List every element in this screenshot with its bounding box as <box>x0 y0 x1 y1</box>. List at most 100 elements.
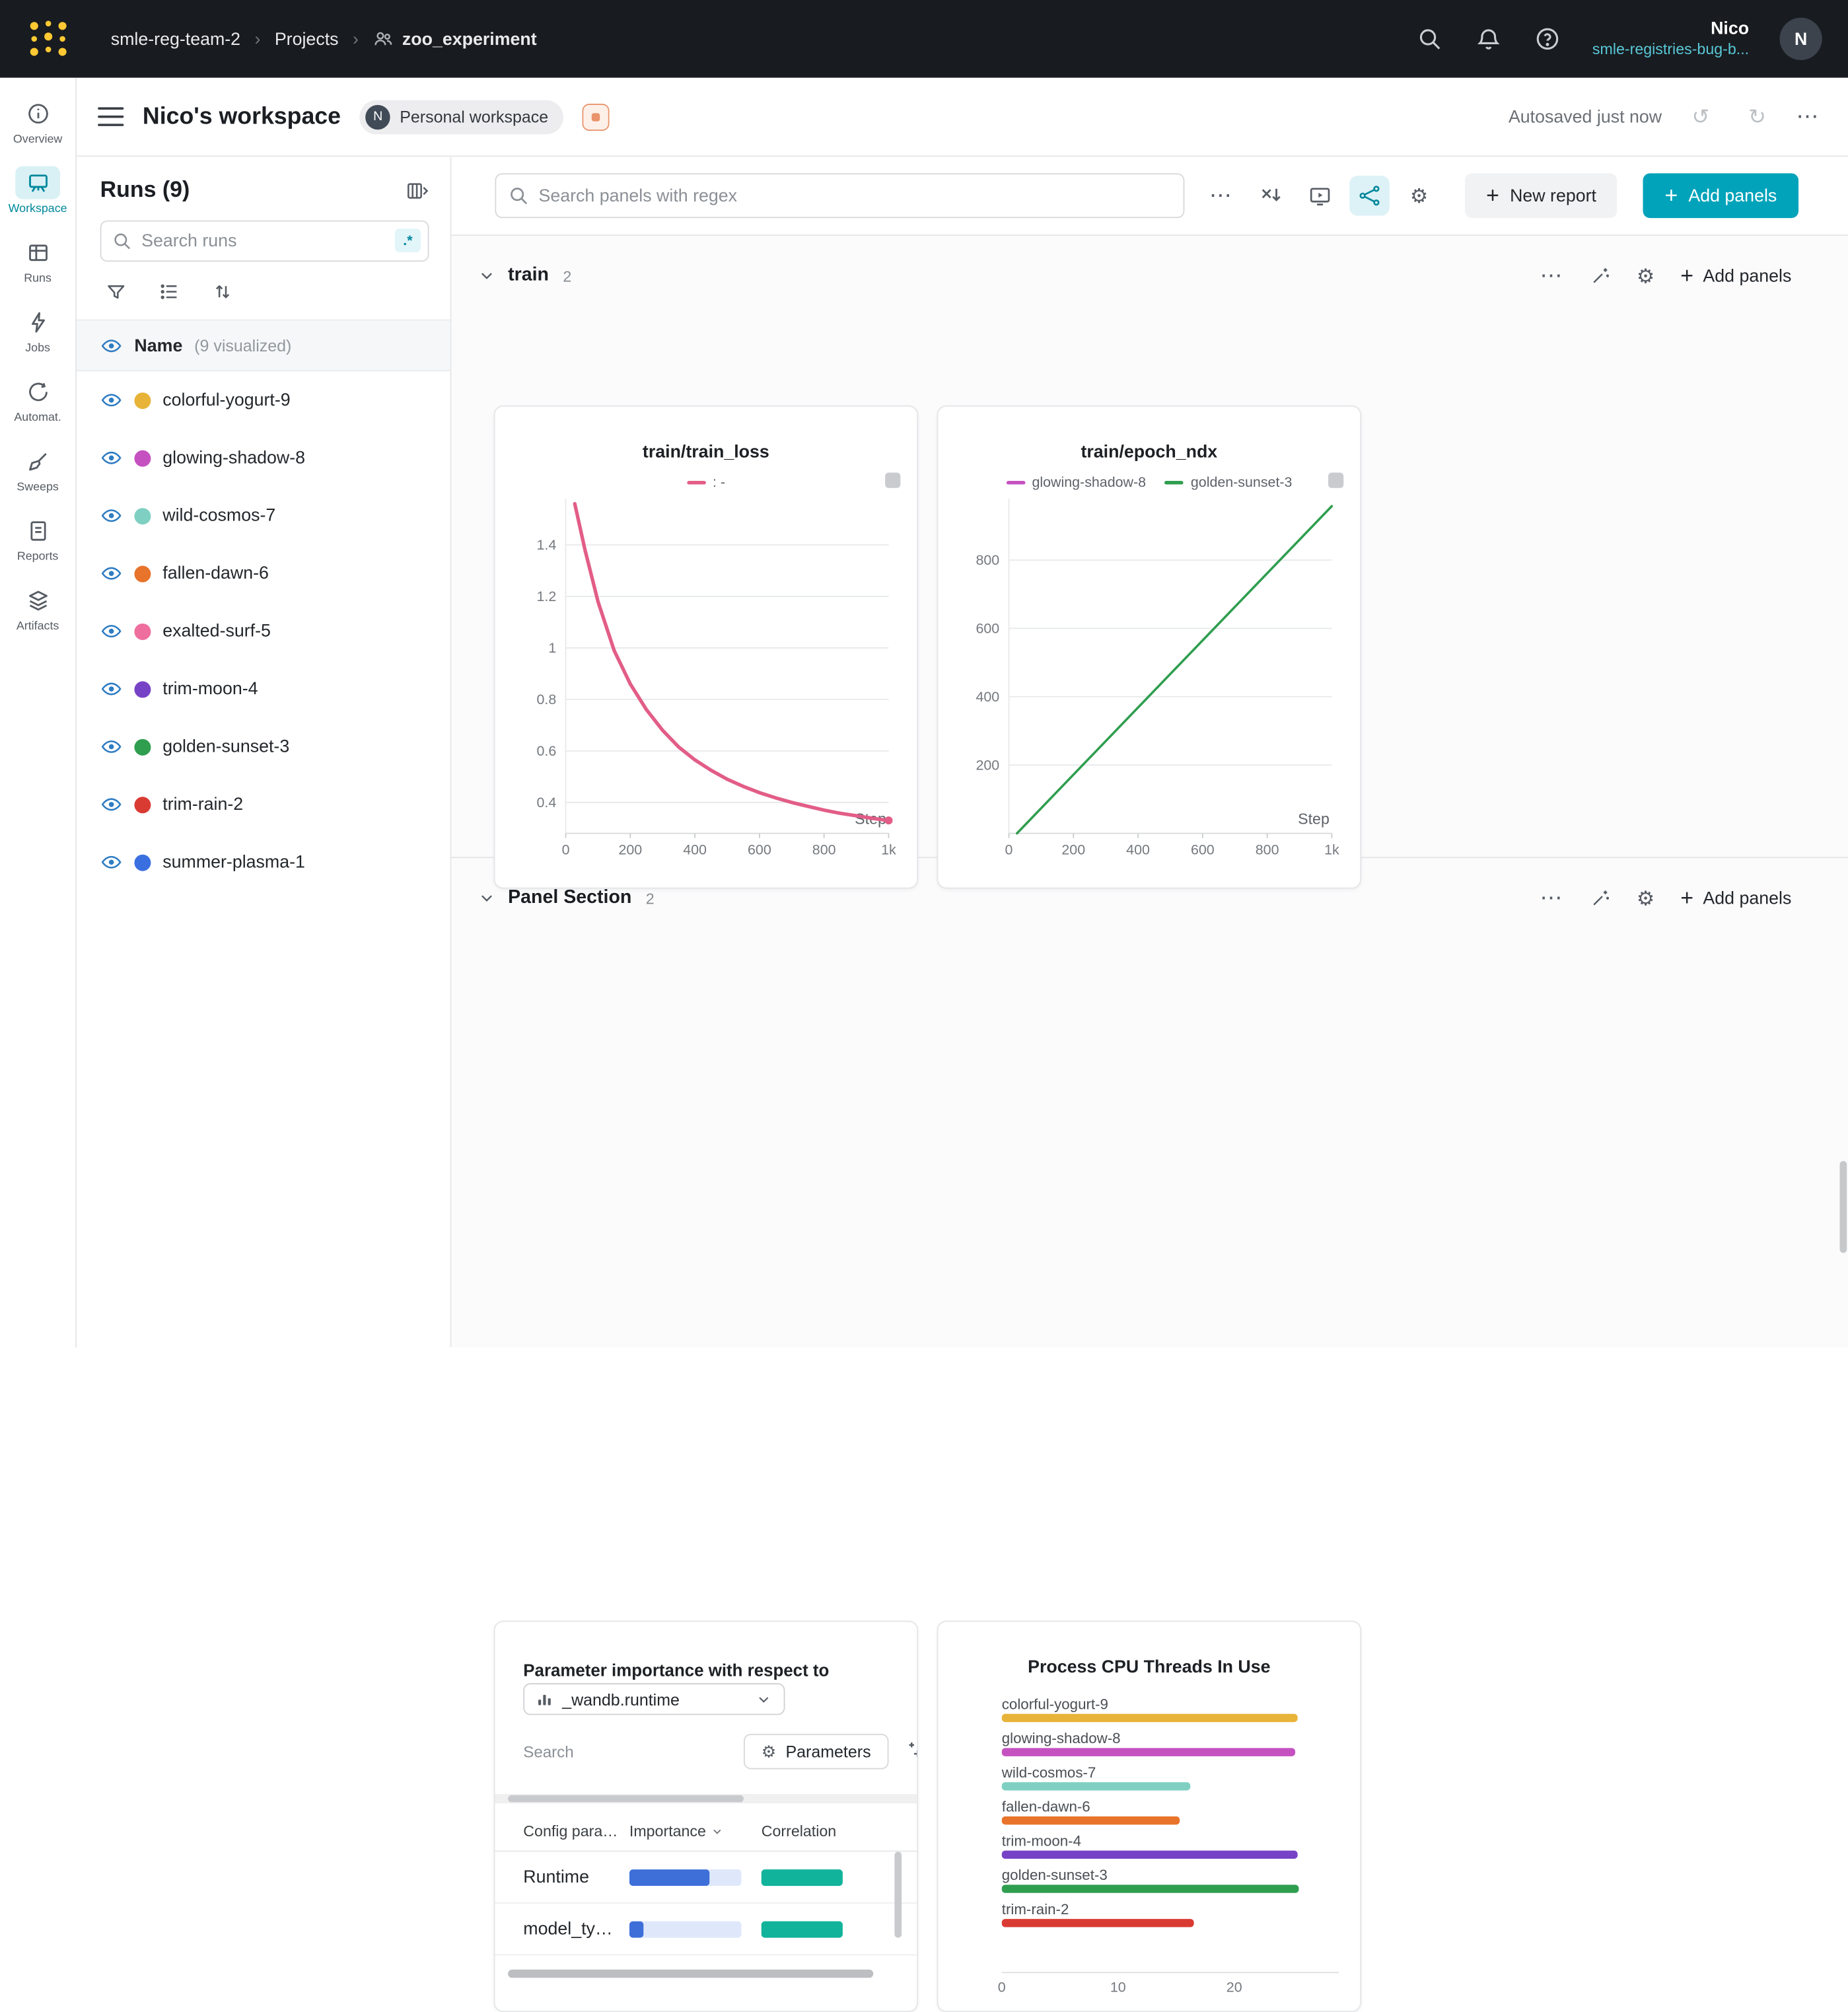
page-scrollbar[interactable] <box>1840 1161 1847 1253</box>
sidebar-item-runs[interactable]: Runs <box>3 236 73 285</box>
section-add-panels-button[interactable]: + Add panels <box>1680 265 1791 287</box>
bar[interactable] <box>1002 1816 1180 1824</box>
bar[interactable] <box>1002 1919 1193 1927</box>
run-row[interactable]: wild-cosmos-7 <box>77 487 450 544</box>
eye-icon[interactable] <box>100 334 123 357</box>
panel-parameter-importance[interactable]: Parameter importance with respect to _wa… <box>494 1621 918 2012</box>
regex-toggle[interactable]: .* <box>395 229 421 252</box>
panel-epoch-ndx[interactable]: train/epoch_ndx glowing-shadow-8golden-s… <box>937 406 1361 889</box>
panel-options-icon[interactable] <box>1328 473 1343 488</box>
bar[interactable] <box>1002 1885 1298 1892</box>
help-icon[interactable] <box>1534 24 1562 53</box>
panel-search-input[interactable] <box>495 173 1184 218</box>
export-data-icon[interactable] <box>1250 176 1291 216</box>
add-panels-button[interactable]: + Add panels <box>1643 173 1798 218</box>
eye-icon[interactable] <box>100 678 123 700</box>
sidebar-item-jobs[interactable]: Jobs <box>3 305 73 355</box>
group-list-icon[interactable] <box>158 281 180 303</box>
wandb-logo[interactable] <box>26 17 71 61</box>
bar[interactable] <box>1002 1748 1295 1756</box>
eye-icon[interactable] <box>100 562 123 585</box>
runs-search-input[interactable] <box>100 221 429 262</box>
train-loss-plot[interactable]: 0.40.60.811.21.402004006008001kStep <box>507 487 907 888</box>
run-row[interactable]: summer-plasma-1 <box>77 834 450 891</box>
sidebar-item-reports[interactable]: Reports <box>3 514 73 563</box>
eye-icon[interactable] <box>100 389 123 412</box>
magic-sparkle-icon[interactable] <box>903 1739 918 1768</box>
section-panel-section: Panel Section 2 ⋯ ⚙ + Add panels Paramet… <box>451 858 1848 1347</box>
run-row[interactable]: exalted-surf-5 <box>77 602 450 660</box>
vertical-scrollbar[interactable] <box>894 1851 902 1937</box>
section-title[interactable]: train <box>508 265 549 286</box>
sidebar-item-automations[interactable]: Automat. <box>3 375 73 424</box>
eye-icon[interactable] <box>100 620 123 643</box>
panel-options-icon[interactable] <box>885 473 900 488</box>
horizontal-scrollbar[interactable] <box>495 1794 917 1803</box>
section-title[interactable]: Panel Section <box>508 888 631 909</box>
eye-icon[interactable] <box>100 505 123 527</box>
assistant-icon[interactable] <box>583 103 610 130</box>
overflow-menu-icon[interactable]: ⋯ <box>1540 262 1564 289</box>
sidebar-item-overview[interactable]: Overview <box>3 96 73 146</box>
column-correlation[interactable]: Correlation <box>762 1822 879 1840</box>
expand-runs-table-icon[interactable] <box>406 179 429 203</box>
sort-icon[interactable] <box>211 281 233 303</box>
new-report-button[interactable]: + New report <box>1465 173 1617 218</box>
settings-gear-icon[interactable]: ⚙ <box>1637 266 1654 285</box>
run-row[interactable]: glowing-shadow-8 <box>77 429 450 487</box>
parameters-button[interactable]: ⚙ Parameters <box>744 1734 888 1770</box>
slideshow-icon[interactable] <box>1300 176 1340 216</box>
overflow-menu-icon[interactable]: ⋯ <box>1796 103 1820 130</box>
filter-icon[interactable] <box>105 281 127 303</box>
panel-train-loss[interactable]: train/train_loss : - 0.40.60.811.21.4020… <box>494 406 918 889</box>
horizontal-scrollbar[interactable] <box>508 1970 873 1978</box>
breadcrumb-project[interactable]: zoo_experiment <box>373 28 536 50</box>
redo-icon[interactable]: ↻ <box>1740 99 1775 135</box>
bar[interactable] <box>1002 1714 1297 1722</box>
sidebar-item-artifacts[interactable]: Artifacts <box>3 583 73 633</box>
sidebar-item-workspace[interactable]: Workspace <box>3 166 73 216</box>
undo-icon[interactable]: ↺ <box>1683 99 1719 135</box>
bar[interactable] <box>1002 1782 1190 1790</box>
breadcrumb-team[interactable]: smle-reg-team-2 <box>111 29 240 49</box>
avatar[interactable]: N <box>1780 18 1822 60</box>
sparkle-wand-icon[interactable] <box>1589 888 1610 909</box>
bar[interactable] <box>1002 1851 1297 1859</box>
param-table-row[interactable]: Runtime <box>495 1851 917 1904</box>
target-metric-dropdown[interactable]: _wandb.runtime <box>523 1683 785 1715</box>
notifications-bell-icon[interactable] <box>1474 24 1503 53</box>
search-icon[interactable] <box>1415 24 1444 53</box>
menu-icon[interactable] <box>98 107 124 126</box>
param-table-row[interactable]: model_ty… <box>495 1904 917 1956</box>
sparkle-wand-icon[interactable] <box>1589 265 1610 286</box>
layers-icon <box>15 583 60 616</box>
column-config-param[interactable]: Config para… <box>495 1822 629 1840</box>
run-row[interactable]: trim-rain-2 <box>77 775 450 833</box>
name-column-header[interactable]: Name <box>134 336 182 355</box>
chevron-down-icon[interactable] <box>478 888 497 908</box>
scatter-network-icon[interactable] <box>1349 176 1390 216</box>
run-row[interactable]: trim-moon-4 <box>77 660 450 717</box>
eye-icon[interactable] <box>100 793 123 816</box>
run-row[interactable]: golden-sunset-3 <box>77 718 450 775</box>
breadcrumb-projects[interactable]: Projects <box>275 29 339 49</box>
chevron-down-icon[interactable] <box>478 266 497 285</box>
panel-cpu-threads[interactable]: Process CPU Threads In Use colorful-yogu… <box>937 1621 1361 2012</box>
eye-icon[interactable] <box>100 447 123 469</box>
eye-icon[interactable] <box>100 851 123 873</box>
overflow-menu-icon[interactable]: ⋯ <box>1201 176 1241 216</box>
wandb-workspace-app: smle-reg-team-2 › Projects › zoo_experim… <box>0 0 1848 1347</box>
user-block[interactable]: Nico smle-registries-bug-b... <box>1592 18 1749 59</box>
overflow-menu-icon[interactable]: ⋯ <box>1540 884 1564 912</box>
settings-gear-icon[interactable]: ⚙ <box>1399 176 1439 216</box>
epoch-ndx-plot[interactable]: 20040060080002004006008001kStep <box>950 487 1351 888</box>
section-add-panels-button[interactable]: + Add panels <box>1680 887 1791 910</box>
param-search-input[interactable] <box>523 1743 700 1760</box>
run-row[interactable]: fallen-dawn-6 <box>77 544 450 602</box>
column-importance[interactable]: Importance <box>629 1822 762 1840</box>
settings-gear-icon[interactable]: ⚙ <box>1637 888 1654 908</box>
eye-icon[interactable] <box>100 735 123 758</box>
run-row[interactable]: colorful-yogurt-9 <box>77 371 450 429</box>
personal-workspace-badge[interactable]: N Personal workspace <box>360 100 564 134</box>
sidebar-item-sweeps[interactable]: Sweeps <box>3 445 73 494</box>
